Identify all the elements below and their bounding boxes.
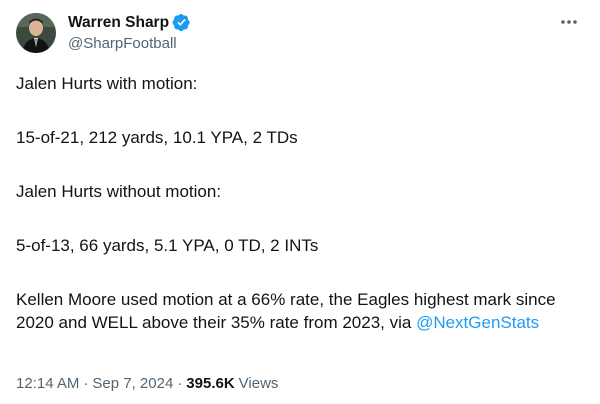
user-handle[interactable]: @SharpFootball [68,34,191,54]
tweet: Warren Sharp @SharpFootball Jalen Hurts … [0,0,600,404]
display-name[interactable]: Warren Sharp [68,13,169,33]
tweet-text: Jalen Hurts with motion: 15-of-21, 212 y… [16,72,584,334]
verified-badge-icon[interactable] [172,13,191,32]
tweet-paragraph-last: Kellen Moore used motion at a 66% rate, … [16,288,576,334]
more-dots-icon[interactable] [558,12,580,32]
tweet-header: Warren Sharp @SharpFootball [16,12,584,60]
avatar-image [16,13,56,53]
meta-separator: · [83,375,89,392]
meta-separator: · [177,375,183,392]
tweet-paragraph: Jalen Hurts without motion: [16,182,222,201]
tweet-date[interactable]: Sep 7, 2024 [92,374,173,394]
views-count: 395.6K [186,375,235,392]
name-row: Warren Sharp [68,12,191,33]
tweet-meta: 12:14 AM · Sep 7, 2024 · 395.6K Views [16,374,278,394]
tweet-paragraph: 15-of-21, 212 yards, 10.1 YPA, 2 TDs [16,128,298,147]
views-label: Views [238,375,279,392]
user-info: Warren Sharp @SharpFootball [68,12,191,54]
tweet-paragraph: 5-of-13, 66 yards, 5.1 YPA, 0 TD, 2 INTs [16,236,319,255]
tweet-time[interactable]: 12:14 AM [16,374,79,394]
mention-link[interactable]: @NextGenStats [416,313,539,332]
avatar[interactable] [16,13,56,53]
tweet-paragraph: Jalen Hurts with motion: [16,74,198,93]
